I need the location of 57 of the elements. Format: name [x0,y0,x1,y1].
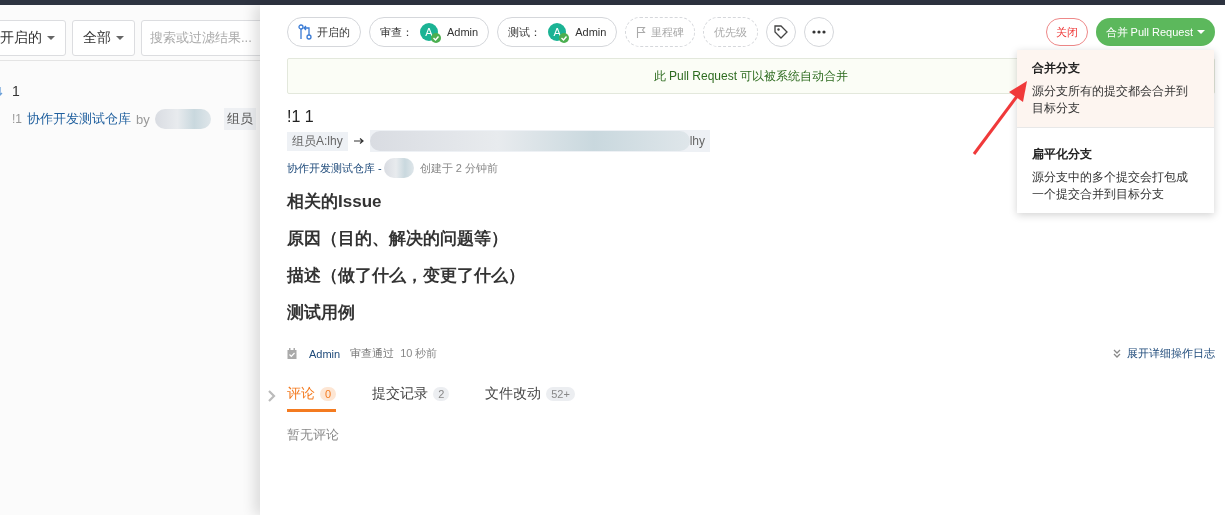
filter-dropdown[interactable]: 全部 [72,19,135,56]
tab[interactable]: 提交记录 2 [372,385,450,412]
double-chevron-icon [1113,349,1121,358]
blurred-patch [383,158,414,178]
blurred-patch [154,109,211,129]
assignee-button[interactable]: 审查： A Admin [369,17,490,47]
count-badge: 52+ [546,387,575,401]
menu-item[interactable]: 合并分支 源分支所有的提交都会合并到目标分支 [1017,50,1214,128]
avatar: A [548,23,567,41]
arrow-icon [353,137,364,145]
branch-tag: 组员 [223,108,256,130]
activity-time: 10 秒前 [400,346,438,361]
menu-item-description: 源分支所有的提交都会合并到目标分支 [1032,83,1189,117]
empty-message: 暂无评论 [287,426,340,444]
created-time: 创建于 2 分钟前 [419,160,498,176]
check-icon [431,33,441,43]
section-heading: 测试用例 [287,302,355,324]
menu-item-title: 扁平化分支 [1032,146,1093,163]
activity-action: 审查通过 [350,346,395,361]
count-badge: 2 [433,387,450,401]
tag-icon [774,25,789,39]
filter-dropdown[interactable]: 开启的 [0,19,66,56]
check-icon [559,33,570,43]
repo-link[interactable]: 协作开发测试仓库 - [287,160,382,176]
flag-icon [636,25,647,39]
menu-item-description: 源分支中的多个提交会打包成一个提交合并到目标分支 [1032,169,1189,203]
pull-request-icon [298,24,312,40]
search-field[interactable]: 搜索或过滤结果... [141,19,260,56]
notice-text: 此 Pull Request 可以被系统自动合并 [653,67,849,85]
section-heading: 描述（做了什么，变更了什么） [287,265,525,287]
assignee-button[interactable]: 测试： A Admin [497,17,618,47]
menu-item[interactable]: 扁平化分支 源分支中的多个提交会打包成一个提交合并到目标分支 [1017,128,1214,213]
chevron-handle-icon[interactable] [268,390,276,402]
expand-log-link[interactable]: 展开详细操作日志 [1113,346,1215,361]
caret-icon [47,35,55,40]
avatar: A [420,23,438,41]
more-icon [812,30,827,34]
by-label: by [136,111,150,127]
section-heading: 原因（目的、解决的问题等） [287,228,508,250]
menu-item-title: 合并分支 [1032,60,1081,77]
close-button[interactable]: 关闭 [1045,18,1088,46]
group-count: 1 [12,83,20,99]
branch-name: lhy [689,134,706,148]
user-link[interactable]: Admin [309,347,341,360]
tab[interactable]: 文件改动 52+ [485,385,575,412]
repo-link[interactable]: 协作开发测试仓库 [27,110,131,128]
more-button[interactable] [804,17,835,47]
calendar-check-icon [287,348,297,359]
section-heading: 相关的Issue [287,191,382,213]
branch-tag: 组员A:lhy [287,131,348,151]
status-button[interactable]: 开启的 [287,17,361,47]
pr-number: !1 [12,112,22,126]
caret-icon [116,35,124,40]
count-badge: 0 [320,387,337,401]
label-button[interactable] [766,17,797,47]
caret-icon [1197,30,1205,34]
pr-title: !1 1 [287,108,314,126]
